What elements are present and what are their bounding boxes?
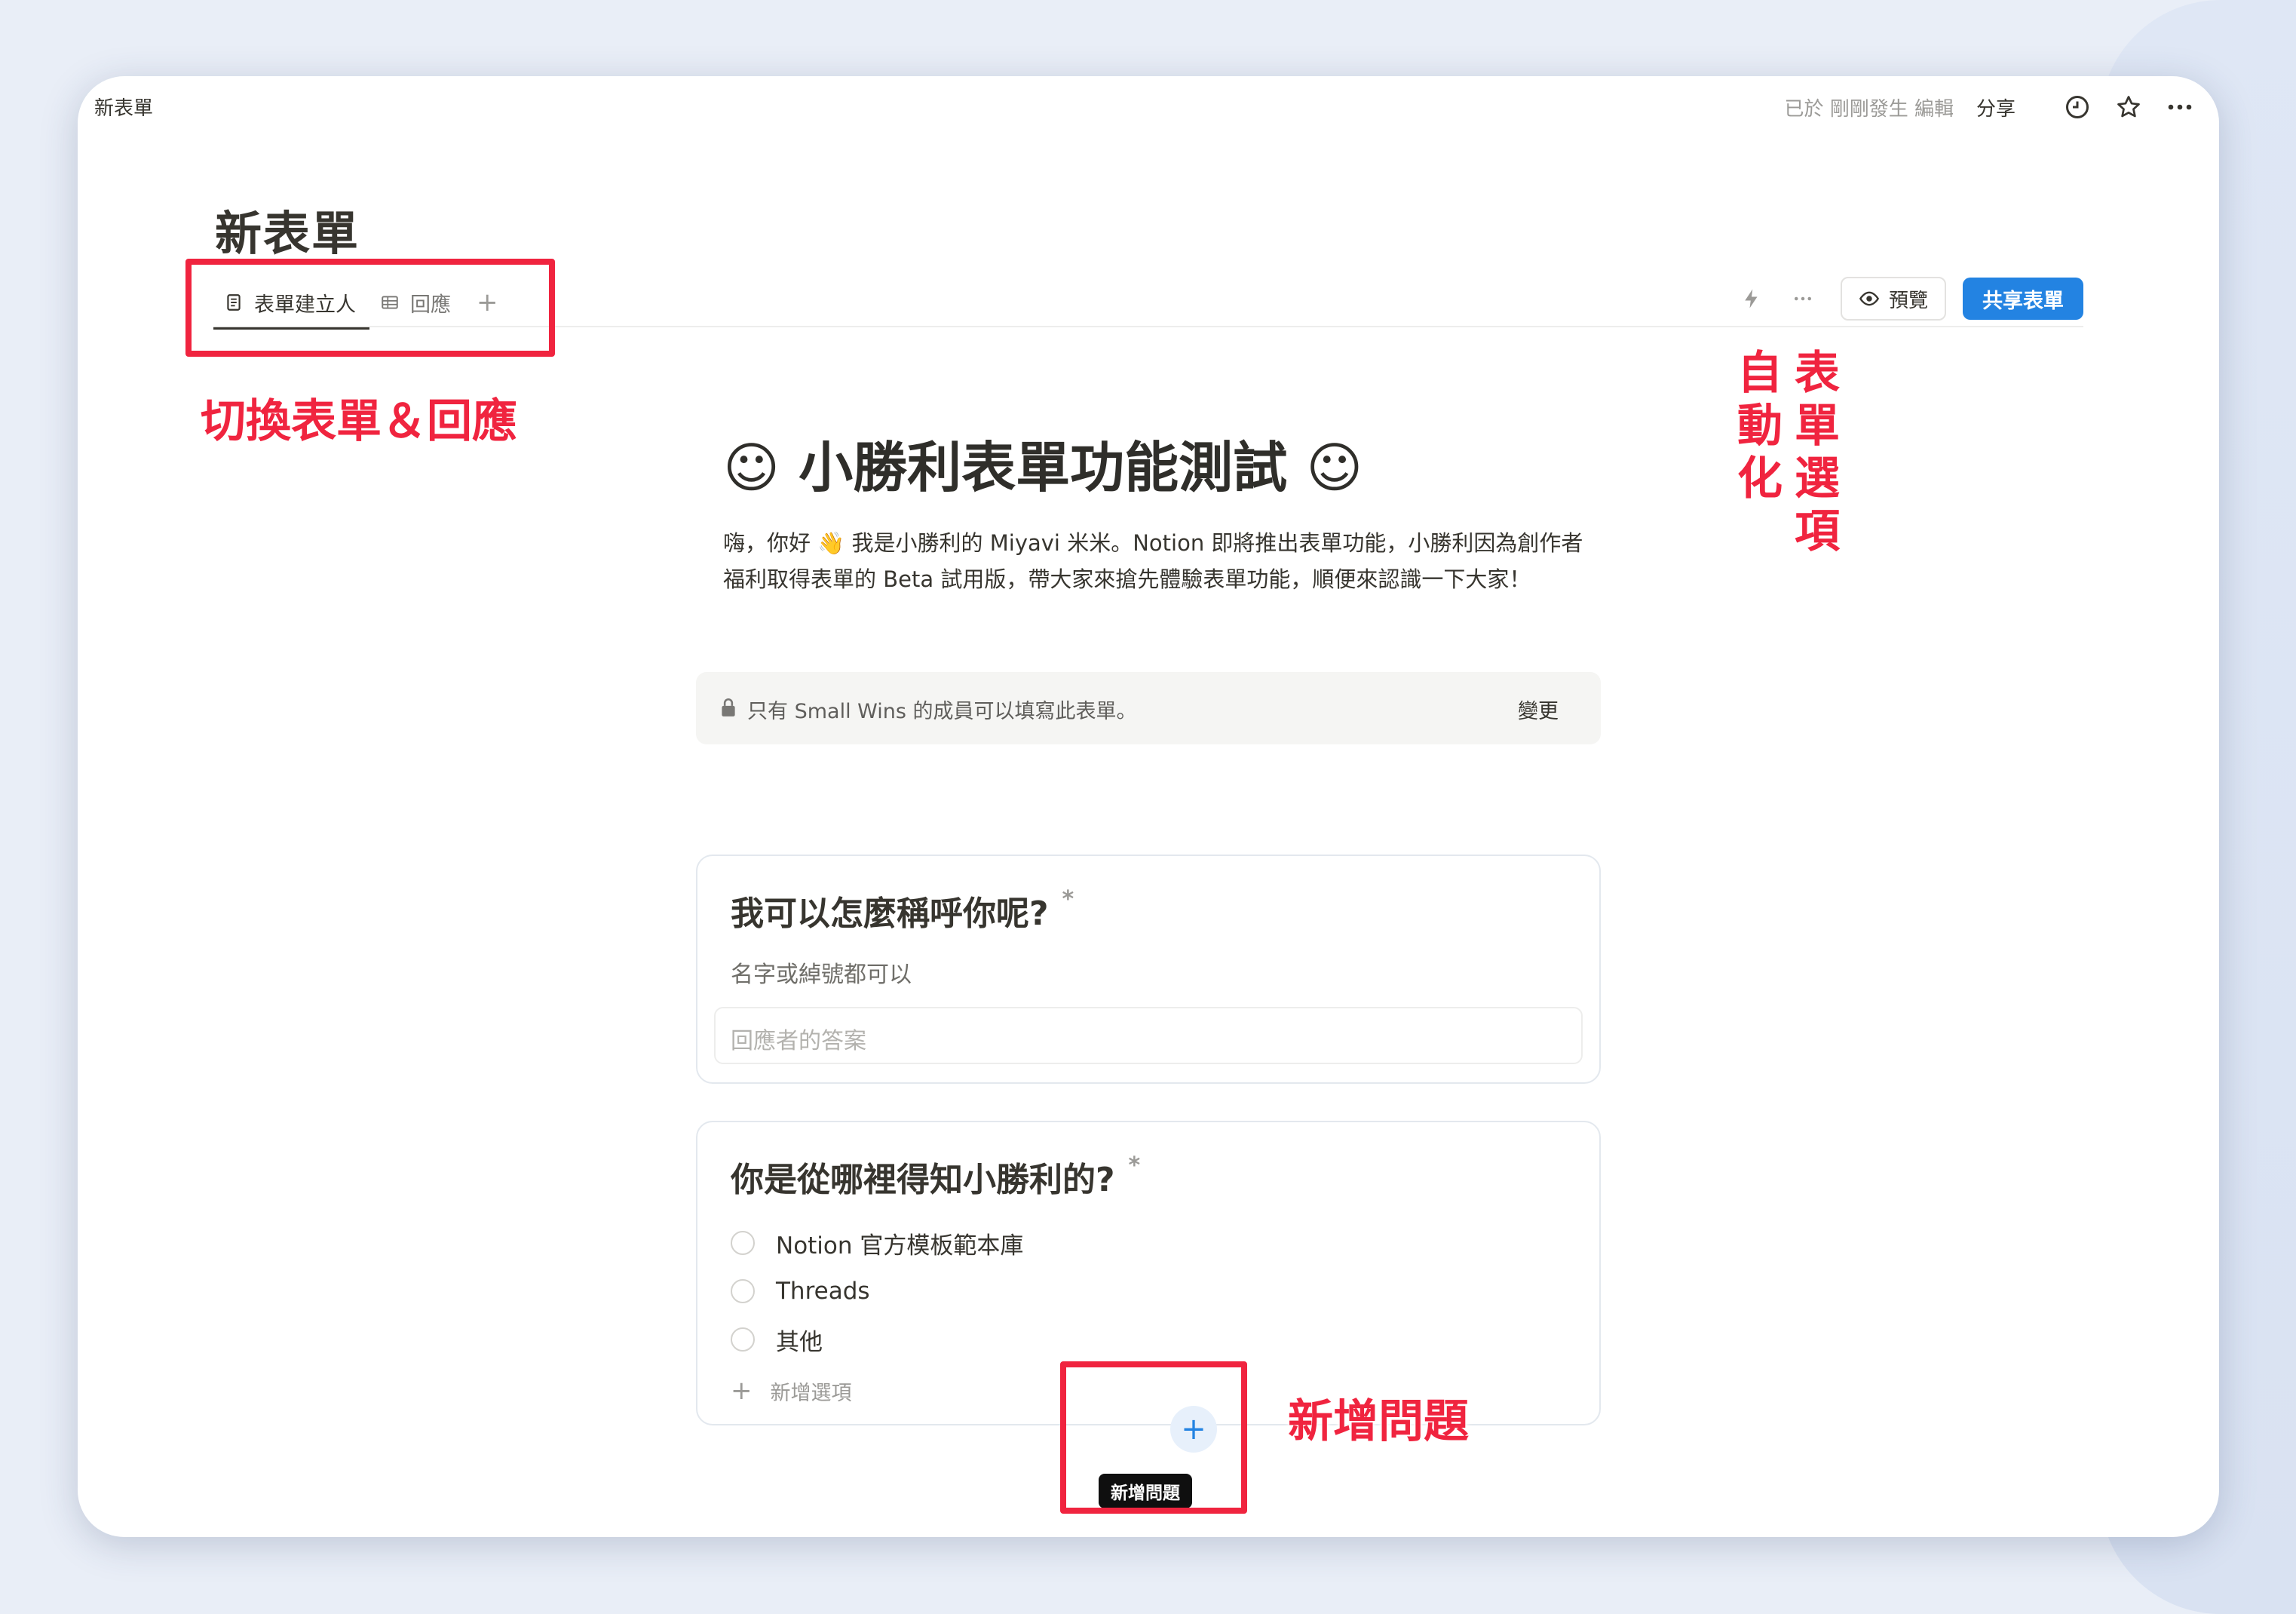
annotation-box-add-question (1060, 1361, 1247, 1514)
question-hint[interactable]: 名字或綽號都可以 (731, 956, 912, 989)
top-right-actions: 已於 剛剛發生 編輯 分享 (1784, 88, 2196, 126)
plus-icon: + (731, 1376, 753, 1406)
page-title[interactable]: 新表單 (215, 195, 360, 263)
preview-button[interactable]: 預覽 (1840, 277, 1946, 321)
top-bar: 新表單 已於 剛剛發生 編輯 分享 (78, 76, 2219, 137)
radio-button[interactable] (731, 1327, 755, 1352)
lock-icon (722, 698, 735, 716)
question-title[interactable]: 你是從哪裡得知小勝利的? * (731, 1152, 1140, 1201)
answer-field[interactable]: 回應者的答案 (714, 1007, 1583, 1064)
required-mark: * (1128, 1152, 1141, 1179)
answer-placeholder: 回應者的答案 (731, 1028, 866, 1054)
share-button[interactable]: 分享 (1976, 94, 2016, 121)
question-title[interactable]: 我可以怎麼稱呼你呢? * (731, 886, 1074, 934)
annotation-label-tabs: 切換表單＆回應 (201, 395, 517, 448)
annotation-label-automation: 自動化 (1737, 347, 1783, 505)
annotation-label-add-question: 新增問題 (1288, 1395, 1469, 1448)
form-toolbar: 預覽 共享表單 (1717, 277, 2083, 321)
radio-button[interactable] (731, 1231, 755, 1255)
list-item[interactable]: Notion 官方模板範本庫 (731, 1219, 1023, 1267)
required-mark: * (1062, 886, 1074, 913)
list-item[interactable]: Threads (731, 1267, 1023, 1315)
star-icon[interactable] (2112, 91, 2145, 124)
list-item[interactable]: 其他 (731, 1315, 1023, 1364)
clock-icon[interactable] (2061, 91, 2094, 124)
more-icon[interactable] (1786, 282, 1819, 315)
edited-status: 已於 剛剛發生 編輯 (1784, 97, 1954, 121)
add-option-button[interactable]: + 新增選項 (731, 1367, 1023, 1415)
share-form-button[interactable]: 共享表單 (1963, 278, 2083, 320)
change-access-button[interactable]: 變更 (1518, 695, 1559, 724)
preview-label: 預覽 (1888, 289, 1928, 312)
breadcrumb-page-name[interactable]: 新表單 (94, 93, 153, 121)
annotation-box-tabs (185, 259, 555, 357)
form-description[interactable]: 嗨，你好 👋 我是小勝利的 Miyavi 米米。Notion 即將推出表單功能，… (723, 525, 1590, 597)
form-title[interactable]: ☺ 小勝利表單功能測試 ☺ (723, 423, 1363, 502)
option-list: Notion 官方模板範本庫 Threads 其他 + 新增選項 (731, 1219, 1023, 1415)
access-notice: 只有 Small Wins 的成員可以填寫此表單。 變更 (696, 672, 1601, 744)
lightning-icon[interactable] (1735, 282, 1768, 315)
more-icon[interactable] (2163, 91, 2196, 124)
question-card[interactable]: 我可以怎麼稱呼你呢? * 名字或綽號都可以 回應者的答案 (696, 855, 1601, 1084)
radio-button[interactable] (731, 1279, 755, 1303)
annotation-label-form-options: 表單選項 (1795, 347, 1840, 558)
notice-text: 只有 Small Wins 的成員可以填寫此表單。 (747, 700, 1137, 723)
eye-icon (1859, 291, 1879, 306)
